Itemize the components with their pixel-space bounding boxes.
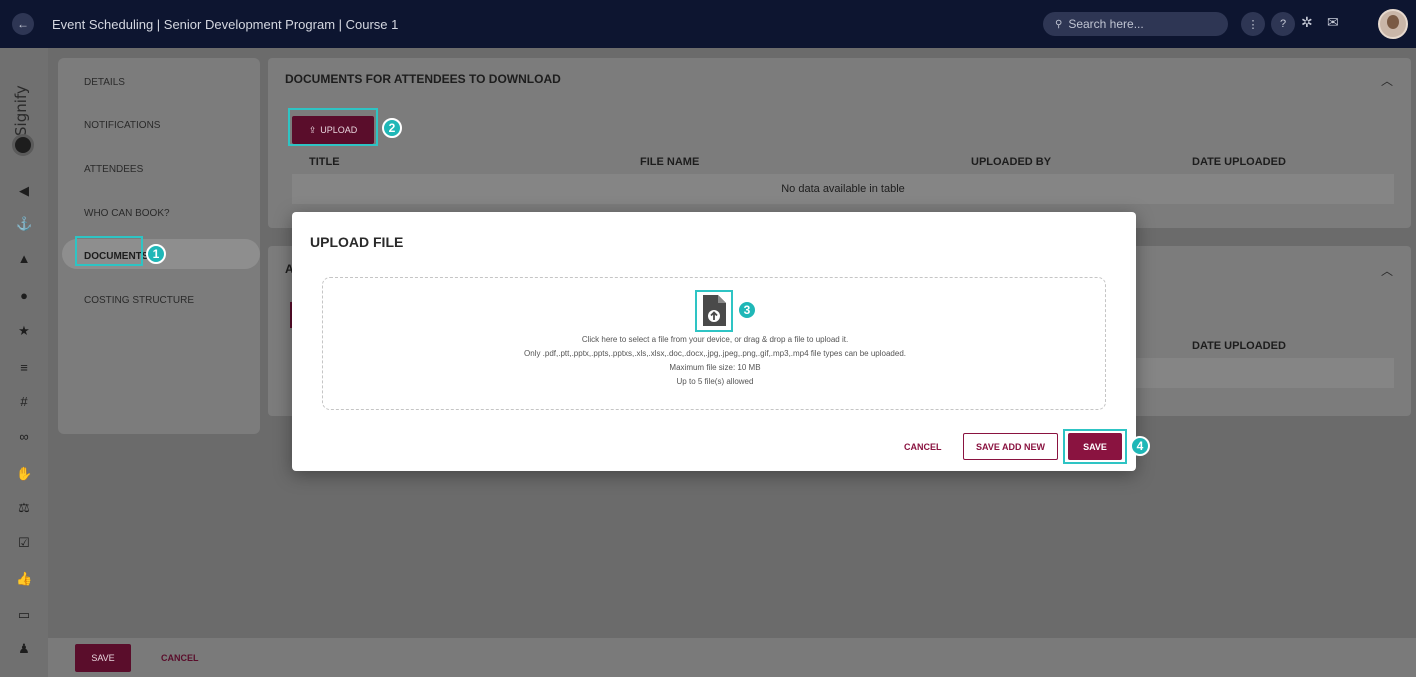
documents-section-nav: DETAILS NOTIFICATIONS ATTENDEES WHO CAN …	[58, 58, 260, 434]
dropzone-instruction: Click here to select a file from your de…	[581, 335, 849, 344]
more-vertical-icon[interactable]: ⋮	[1241, 12, 1265, 36]
compass-icon[interactable]: ●	[16, 288, 32, 304]
dropzone-max-size: Maximum file size: 10 MB	[669, 363, 761, 372]
callout-badge-1: 1	[146, 244, 166, 264]
hashtag-icon[interactable]: #	[16, 394, 32, 410]
brand-word: Signify	[12, 85, 30, 136]
modal-title: UPLOAD FILE	[310, 234, 404, 250]
documents-card-title: DOCUMENTS FOR ATTENDEES TO DOWNLOAD	[285, 72, 561, 86]
documents-card: DOCUMENTS FOR ATTENDEES TO DOWNLOAD ︿ ⇪ …	[268, 58, 1411, 228]
subnav-item-costing-structure[interactable]: COSTING STRUCTURE	[84, 295, 194, 306]
user-plus-icon[interactable]: ♟	[16, 641, 32, 657]
avatar[interactable]	[1378, 9, 1408, 39]
modal-cancel-button[interactable]: CANCEL	[904, 442, 942, 452]
upload-button[interactable]: ⇪ UPLOAD	[292, 116, 374, 144]
secondary-column-date-uploaded[interactable]: DATE UPLOADED	[1192, 340, 1286, 352]
left-rail: Signify ◀ ⚓ ▲ ● ★ ≡ # ∞ ✋ ⚖ ☑ 👍 ▭ ♟	[0, 48, 48, 677]
page-title: Event Scheduling | Senior Development Pr…	[52, 16, 399, 32]
subnav-item-notifications[interactable]: NOTIFICATIONS	[84, 120, 160, 131]
inbox-icon[interactable]: ✉	[1327, 14, 1339, 31]
search-placeholder: Search here...	[1068, 17, 1144, 31]
collapse-chevron-icon[interactable]: ︿	[1381, 72, 1393, 89]
empty-table-message: No data available in table	[292, 174, 1394, 204]
graduation-cap-icon[interactable]: ▲	[16, 251, 32, 267]
search-input[interactable]: ⚲ Search here...	[1043, 12, 1228, 36]
gear-icon[interactable]: ✲	[1301, 14, 1313, 31]
save-add-new-button[interactable]: SAVE ADD NEW	[963, 433, 1058, 460]
callout-badge-2: 2	[382, 118, 402, 138]
upload-button-label: UPLOAD	[320, 125, 358, 135]
subnav-item-details[interactable]: DETAILS	[84, 77, 125, 88]
top-bar: ← Event Scheduling | Senior Development …	[0, 0, 1416, 48]
sliders-icon[interactable]: ≡	[16, 360, 32, 376]
anchor-icon[interactable]: ⚓	[16, 216, 32, 232]
glasses-icon[interactable]: ∞	[16, 429, 32, 445]
documents-callout-frame	[75, 236, 143, 266]
laptop-icon[interactable]: ▭	[16, 607, 32, 623]
star-icon[interactable]: ★	[16, 323, 32, 339]
hand-icon[interactable]: ✋	[16, 466, 32, 482]
column-date-uploaded[interactable]: DATE UPLOADED	[1192, 156, 1286, 168]
column-file-name[interactable]: FILE NAME	[640, 156, 699, 168]
scale-icon[interactable]: ⚖	[16, 500, 32, 516]
thumbs-up-icon[interactable]: 👍	[16, 571, 32, 587]
subnav-item-attendees[interactable]: ATTENDEES	[84, 164, 143, 175]
search-icon: ⚲	[1055, 18, 1063, 30]
bottom-action-bar: SAVE CANCEL	[48, 638, 1416, 677]
dropzone-icon-callout-frame	[695, 290, 733, 332]
collapse-chevron-icon-2[interactable]: ︿	[1381, 262, 1393, 279]
dropzone-file-types: Only .pdf,.ptt,.pptx,.ppts,.pptxs,.xls,.…	[524, 349, 906, 358]
back-arrow-icon[interactable]: ←	[12, 13, 34, 35]
cancel-button[interactable]: CANCEL	[161, 653, 199, 663]
upload-icon: ⇪	[308, 124, 317, 135]
upload-file-modal: UPLOAD FILE 3 Click here to select a fil…	[292, 212, 1150, 471]
brand-mark-icon	[12, 134, 34, 156]
save-button[interactable]: SAVE	[75, 644, 131, 672]
megaphone-icon[interactable]: ◀	[16, 183, 32, 199]
callout-badge-4: 4	[1130, 436, 1150, 456]
column-uploaded-by[interactable]: UPLOADED BY	[971, 156, 1051, 168]
help-icon[interactable]: ?	[1271, 12, 1295, 36]
subnav-item-who-can-book[interactable]: WHO CAN BOOK?	[84, 208, 170, 219]
column-title[interactable]: TITLE	[309, 156, 340, 168]
file-dropzone[interactable]: 3 Click here to select a file from your …	[322, 277, 1106, 410]
callout-badge-3: 3	[737, 300, 757, 320]
modal-save-button[interactable]: SAVE	[1068, 433, 1122, 460]
calendar-check-icon[interactable]: ☑	[16, 535, 32, 551]
dropzone-file-limit: Up to 5 file(s) allowed	[676, 377, 754, 386]
